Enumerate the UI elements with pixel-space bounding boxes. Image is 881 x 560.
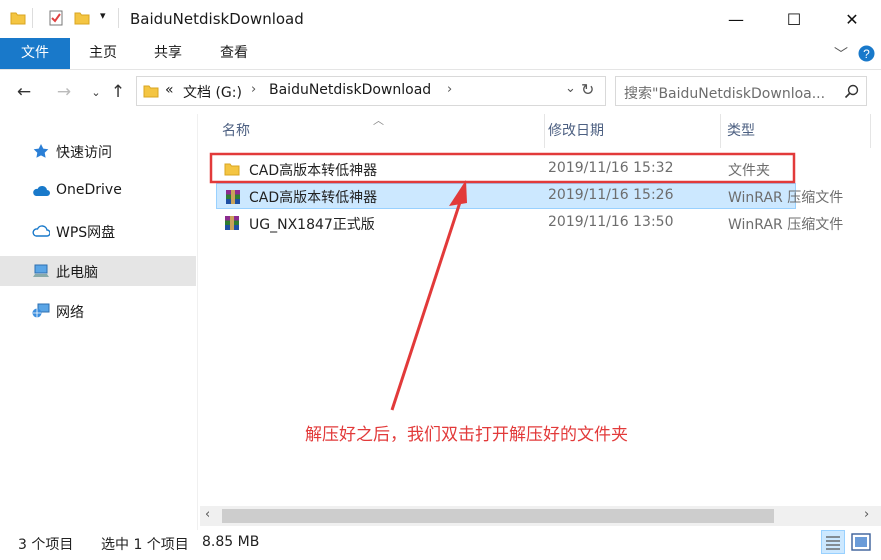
cloud-outline-icon — [32, 225, 50, 237]
sidebar-item-network[interactable]: 网络 — [0, 296, 196, 326]
selection-count: 选中 1 个项目 — [101, 537, 189, 553]
file-date: 2019/11/16 13:50 — [548, 214, 674, 230]
column-header-date[interactable]: 修改日期 — [545, 114, 721, 148]
column-header-name[interactable]: 名称 — [213, 114, 545, 148]
tab-view[interactable]: 查看 — [206, 38, 262, 69]
navigation-pane: 快速访问 OneDrive WPS网盘 此电脑 网络 — [0, 114, 198, 530]
status-bar: 3 个项目 选中 1 个项目 8.85 MB — [0, 530, 881, 560]
quick-access-dropdown-icon[interactable]: ▾ — [100, 9, 106, 22]
file-row-ug-archive[interactable]: UG_NX1847正式版 2019/11/16 13:50 WinRAR 压缩文… — [216, 210, 843, 236]
minimize-button[interactable]: — — [707, 0, 765, 38]
scrollbar-thumb[interactable] — [222, 509, 774, 523]
chevron-down-icon[interactable]: ﹀ — [834, 44, 848, 64]
close-button[interactable]: ✕ — [823, 0, 881, 38]
file-type: 文件夹 — [728, 163, 770, 179]
window-title: BaiduNetdiskDownload — [130, 10, 304, 28]
folder-icon — [143, 85, 159, 98]
separator — [32, 8, 33, 28]
refresh-icon[interactable]: ↻ — [581, 80, 594, 99]
ribbon-tabs: 文件 主页 共享 查看 ﹀ ? — [0, 38, 881, 70]
forward-arrow-icon[interactable]: → — [52, 80, 76, 104]
scroll-left-icon[interactable]: ‹ — [205, 507, 210, 522]
annotation-text: 解压好之后，我们双击打开解压好的文件夹 — [305, 425, 628, 445]
breadcrumb-drive[interactable]: 文档 (G:) — [183, 82, 242, 102]
sidebar-item-onedrive[interactable]: OneDrive — [0, 176, 196, 206]
sidebar-item-label: WPS网盘 — [56, 225, 116, 241]
new-folder-icon[interactable] — [74, 10, 90, 26]
help-icon[interactable]: ? — [858, 45, 875, 62]
cloud-icon — [33, 185, 50, 196]
title-bar: ▾ BaiduNetdiskDownload — ☐ ✕ — [0, 0, 881, 38]
file-name: CAD高版本转低神器 — [249, 163, 378, 179]
properties-icon[interactable] — [48, 10, 64, 26]
chevron-right-icon[interactable]: › — [447, 82, 452, 97]
computer-icon — [33, 264, 49, 277]
folder-icon — [10, 12, 26, 25]
network-icon — [32, 303, 50, 318]
sidebar-item-wps[interactable]: WPS网盘 — [0, 216, 196, 246]
search-placeholder: 搜索"BaiduNetdiskDownloa... — [624, 86, 826, 102]
maximize-button[interactable]: ☐ — [765, 0, 823, 38]
back-arrow-icon[interactable]: ← — [12, 80, 36, 104]
sidebar-item-label: 此电脑 — [56, 265, 98, 281]
address-bar[interactable]: « 文档 (G:) › BaiduNetdiskDownload › ⌄ ↻ — [136, 76, 606, 106]
file-row-cad-folder[interactable]: CAD高版本转低神器 2019/11/16 15:32 文件夹 — [216, 156, 796, 182]
scroll-right-icon[interactable]: › — [864, 507, 869, 522]
sidebar-item-label: OneDrive — [56, 182, 122, 198]
sidebar-item-this-pc[interactable]: 此电脑 — [0, 256, 196, 286]
folder-icon — [224, 163, 240, 176]
file-type: WinRAR 压缩文件 — [728, 217, 844, 233]
breadcrumb-overflow[interactable]: « — [165, 82, 174, 98]
selection-size: 8.85 MB — [202, 534, 260, 550]
sidebar-item-label: 快速访问 — [56, 145, 112, 161]
tab-file[interactable]: 文件 — [0, 38, 70, 69]
file-type: WinRAR 压缩文件 — [728, 190, 844, 206]
large-icons-view-icon[interactable] — [849, 530, 873, 554]
search-input[interactable]: 搜索"BaiduNetdiskDownloa... — [615, 76, 867, 106]
separator — [118, 8, 119, 28]
recent-locations-icon[interactable]: ⌄ — [84, 80, 108, 104]
tab-home[interactable]: 主页 — [76, 38, 130, 69]
tab-share[interactable]: 共享 — [140, 38, 196, 69]
column-header-type[interactable]: 类型 — [721, 114, 871, 148]
file-list: ︿ 名称 修改日期 类型 CAD高版本转低神器 2019/11/16 15:32… — [199, 114, 881, 530]
winrar-icon — [226, 190, 240, 204]
file-date: 2019/11/16 15:32 — [548, 160, 674, 176]
file-name: UG_NX1847正式版 — [249, 217, 375, 233]
horizontal-scrollbar[interactable]: ‹ › — [200, 506, 881, 526]
breadcrumb-folder[interactable]: BaiduNetdiskDownload — [269, 82, 431, 98]
sidebar-item-label: 网络 — [56, 305, 84, 321]
item-count: 3 个项目 — [18, 537, 74, 553]
star-icon — [33, 144, 49, 158]
file-name: CAD高版本转低神器 — [249, 190, 378, 206]
chevron-right-icon[interactable]: › — [251, 82, 256, 97]
sidebar-item-quick-access[interactable]: 快速访问 — [0, 136, 196, 166]
winrar-icon — [225, 216, 239, 230]
svg-text:?: ? — [863, 47, 870, 61]
address-dropdown-icon[interactable]: ⌄ — [565, 81, 576, 96]
search-icon[interactable] — [844, 84, 859, 99]
details-view-icon[interactable] — [821, 530, 845, 554]
file-date: 2019/11/16 15:26 — [548, 187, 674, 203]
up-arrow-icon[interactable]: ↑ — [106, 80, 130, 104]
file-row-cad-archive[interactable]: CAD高版本转低神器 2019/11/16 15:26 WinRAR 压缩文件 — [216, 183, 843, 209]
